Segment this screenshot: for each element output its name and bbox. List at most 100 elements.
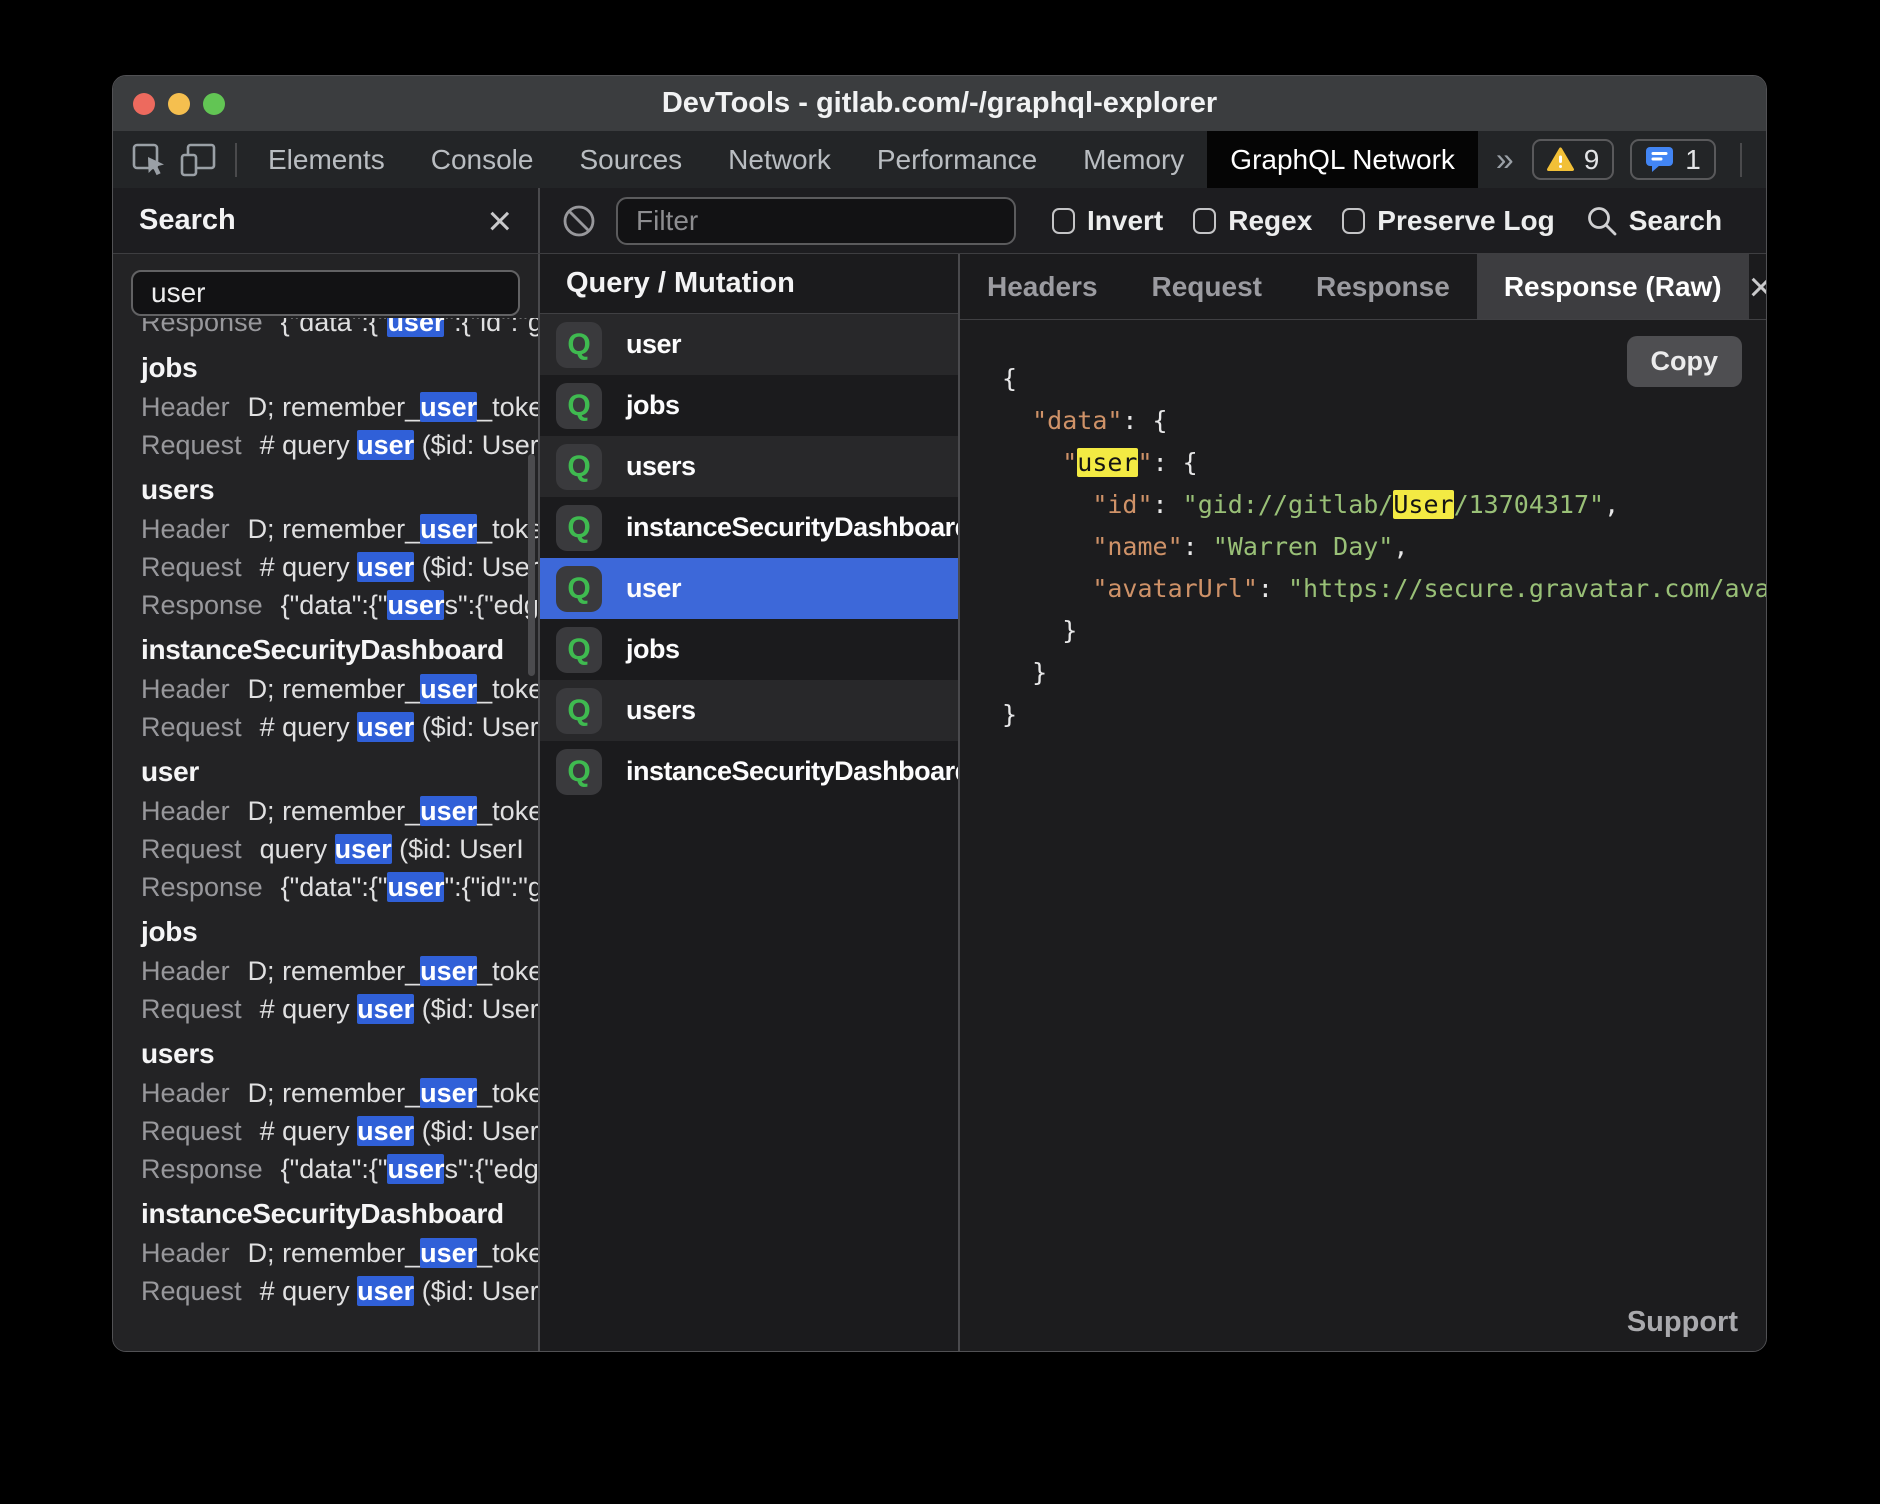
text-segment: D; remember_ [248,514,421,544]
search-result-line[interactable]: Response{"data":{"users":{"edges [141,1150,538,1188]
detail-tab-response-raw[interactable]: Response (Raw) [1477,254,1749,319]
search-result-line[interactable]: Requestquery user ($id: UserI [141,830,538,868]
query-list-item-label: jobs [626,634,680,665]
devtools-tab-memory[interactable]: Memory [1060,131,1207,188]
detail-close-icon[interactable]: × [1749,266,1767,308]
search-hit-highlight: user [357,552,414,582]
filter-input[interactable] [616,197,1016,245]
text-segment: : [1183,532,1213,561]
warning-icon [1547,147,1574,172]
result-line-label: Request [141,430,242,460]
messages-badge[interactable]: 1 [1630,139,1716,180]
search-result-line[interactable]: Response{"data":{"users":{"edges [141,586,538,624]
search-result-group-user: userHeaderD; remember_user_token=eReques… [141,752,538,906]
text-segment: D; remember_ [248,796,421,826]
search-result-line[interactable]: Request# query user ($id: UserI [141,548,538,586]
search-result-group-jobs: jobsHeaderD; remember_user_token=eReques… [141,912,538,1028]
more-tabs-chevron-icon[interactable]: » [1478,131,1532,188]
checkbox-invert-label: Invert [1087,205,1163,237]
checkbox-preserve-log-box[interactable] [1342,208,1365,234]
search-results-scrollbar[interactable] [528,454,535,676]
search-panel-title: Search [139,204,236,237]
detail-tab-response[interactable]: Response [1289,254,1477,319]
query-list-item-users[interactable]: Qusers [540,680,958,741]
search-result-line[interactable]: HeaderD; remember_user_token=e [141,388,538,426]
search-result-line[interactable]: Response{"data":{"user":{"id":"gid [141,318,538,341]
devtools-tab-performance[interactable]: Performance [854,131,1060,188]
devtools-tab-sources[interactable]: Sources [556,131,705,188]
search-result-line[interactable]: Request# query user ($id: UserI [141,990,538,1028]
message-count: 1 [1685,144,1701,176]
support-link[interactable]: Support [1627,1306,1738,1339]
query-list-item-label: instanceSecurityDashboard [626,512,958,543]
search-result-line[interactable]: HeaderD; remember_user_token=e [141,510,538,548]
search-hit-highlight: user [357,994,414,1024]
search-result-line[interactable]: HeaderD; remember_user_token=e [141,952,538,990]
search-result-line[interactable]: HeaderD; remember_user_token=e [141,1234,538,1272]
result-group-title: user [141,752,538,792]
query-list-item-user[interactable]: Quser [540,314,958,375]
devtools-tab-console[interactable]: Console [408,131,557,188]
checkbox-regex[interactable]: Regex [1193,205,1312,237]
search-result-line[interactable]: Response{"data":{"user":{"id":"gi [141,868,538,906]
result-group-title: jobs [141,912,538,952]
search-result-line[interactable]: HeaderD; remember_user_token=e [141,1074,538,1112]
search-result-line[interactable]: Request# query user ($id: UserI [141,708,538,746]
text-segment: D; remember_ [248,1078,421,1108]
search-input[interactable] [131,270,520,316]
warnings-badge[interactable]: 9 [1532,139,1615,180]
text-segment [1002,406,1032,435]
query-list-item-instancesecuritydashboard[interactable]: QinstanceSecurityDashboard [540,741,958,802]
titlebar: DevTools - gitlab.com/-/graphql-explorer [113,76,1766,131]
checkbox-invert[interactable]: Invert [1052,205,1163,237]
query-type-badge: Q [556,566,602,612]
search-result-line[interactable]: HeaderD; remember_user_token=e [141,792,538,830]
search-result-line[interactable]: Request# query user ($id: UserI [141,426,538,464]
detail-tab-headers[interactable]: Headers [960,254,1125,319]
query-list-item-users[interactable]: Qusers [540,436,958,497]
detail-tab-request[interactable]: Request [1125,254,1289,319]
text-segment: # query [260,430,358,460]
devtools-tab-network[interactable]: Network [705,131,854,188]
query-type-badge: Q [556,322,602,368]
text-segment: # query [260,712,358,742]
query-list-item-jobs[interactable]: Qjobs [540,619,958,680]
search-hit-highlight: user [335,834,392,864]
json-line: } [1002,610,1766,652]
inspect-element-icon[interactable] [129,140,169,180]
result-line-label: Header [141,392,230,422]
result-line-label: Request [141,994,242,1024]
tabbar-right-controls: 9 1 ⚙ [1532,131,1767,188]
toolbar-search-label: Search [1629,205,1722,237]
search-result-line[interactable]: Request# query user ($id: UserI [141,1112,538,1150]
devtools-tab-graphql-network[interactable]: GraphQL Network [1207,131,1478,188]
search-hit-highlight: user [420,674,477,704]
checkbox-regex-box[interactable] [1193,208,1216,234]
query-list-item-instancesecuritydashboard[interactable]: QinstanceSecurityDashboard [540,497,958,558]
search-result-line[interactable]: HeaderD; remember_user_token=e [141,670,538,708]
devtools-tab-elements[interactable]: Elements [245,131,408,188]
query-list-item-label: user [626,573,681,604]
window-title: DevTools - gitlab.com/-/graphql-explorer [113,76,1766,131]
text-segment: ($id: UserI [414,712,538,742]
toolbar-search[interactable]: Search [1585,204,1722,238]
search-hit-highlight: user [357,430,414,460]
checkbox-invert-box[interactable] [1052,208,1075,234]
search-hit-highlight: user [420,1078,477,1108]
query-list-item-jobs[interactable]: Qjobs [540,375,958,436]
clear-log-icon[interactable] [560,202,598,240]
query-list-item-label: instanceSecurityDashboard [626,756,958,787]
search-close-icon[interactable]: × [487,200,512,242]
settings-gear-icon[interactable]: ⚙ [1766,141,1767,179]
clipped-result-row: Response{"data":{"user":{"id":"gid [141,318,538,342]
checkbox-preserve-log[interactable]: Preserve Log [1342,205,1554,237]
tabbar-separator [235,143,237,177]
text-segment: # query [260,552,358,582]
copy-button[interactable]: Copy [1627,336,1743,387]
search-hit-highlight: user [420,1238,477,1268]
search-result-line[interactable]: Request# query user ($id: UserI [141,1272,538,1310]
query-list-item-label: jobs [626,390,680,421]
devtools-window: DevTools - gitlab.com/-/graphql-explorer… [112,75,1767,1352]
query-list-item-user[interactable]: Quser [540,558,958,619]
device-toolbar-icon[interactable] [177,140,219,180]
